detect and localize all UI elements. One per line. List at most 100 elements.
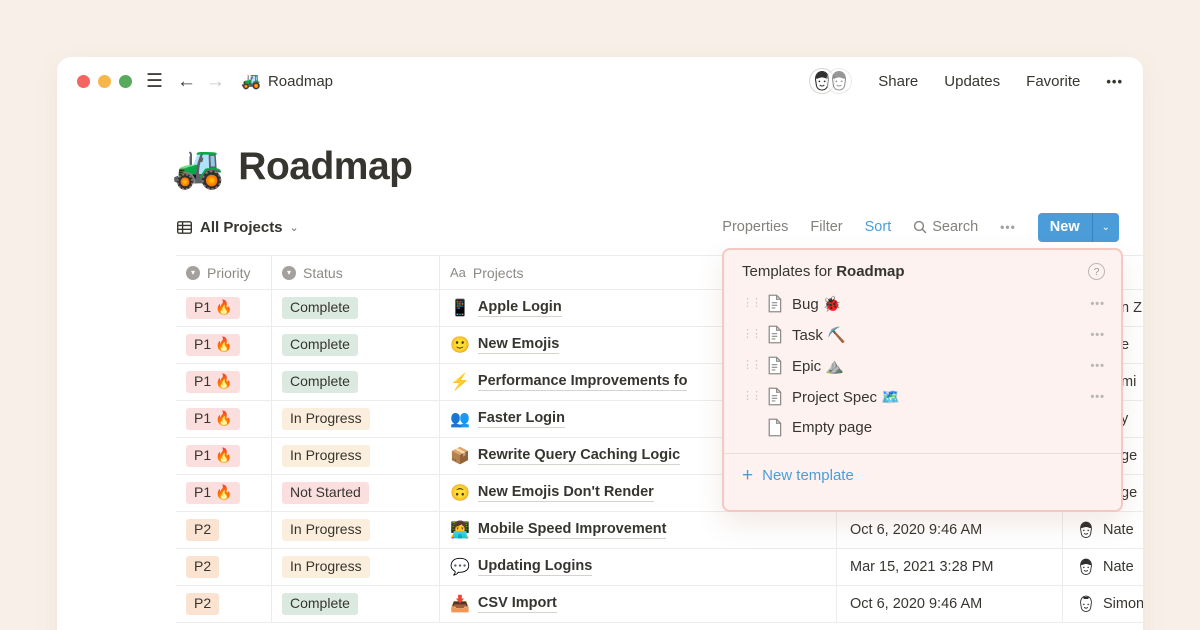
template-more-icon[interactable]: •••	[1090, 298, 1105, 310]
project-link[interactable]: 🙃 New Emojis Don't Render	[450, 483, 654, 503]
breadcrumb[interactable]: 🚜 Roadmap	[241, 71, 333, 91]
more-options-icon[interactable]: •••	[1106, 74, 1123, 89]
template-item-bug[interactable]: ⋮⋮ Bug 🐞 •••	[724, 288, 1121, 319]
sidebar-menu-icon[interactable]: ☰	[146, 72, 163, 91]
project-title: New Emojis Don't Render	[477, 484, 654, 502]
project-link[interactable]: 💬 Updating Logins	[450, 557, 593, 577]
person-name-fragment: n Z	[1121, 300, 1142, 316]
template-more-icon[interactable]: •••	[1090, 391, 1105, 403]
status-tag: In Progress	[282, 408, 370, 430]
new-button[interactable]: New ⌄	[1037, 212, 1119, 242]
drag-handle-icon[interactable]: ⋮⋮	[742, 360, 762, 371]
filter-button[interactable]: Filter	[810, 219, 842, 235]
status-cell[interactable]: In Progress	[272, 438, 440, 474]
date-value: Oct 6, 2020 9:46 AM	[850, 596, 983, 612]
template-item-task[interactable]: ⋮⋮ Task ⛏️ •••	[724, 319, 1121, 350]
project-title: Apple Login	[477, 299, 562, 317]
drag-handle-icon[interactable]: ⋮⋮	[742, 329, 762, 340]
status-cell[interactable]: In Progress	[272, 401, 440, 437]
project-cell[interactable]: 📥 CSV Import	[440, 586, 837, 622]
project-cell[interactable]: 👩‍💻 Mobile Speed Improvement	[440, 512, 837, 548]
zoom-window-button[interactable]	[119, 74, 132, 88]
drag-handle-icon[interactable]: ⋮⋮	[742, 391, 762, 402]
close-window-button[interactable]	[77, 74, 90, 88]
drag-handle-icon[interactable]: ⋮⋮	[742, 298, 762, 309]
project-link[interactable]: 📦 Rewrite Query Caching Logic	[450, 446, 681, 466]
status-cell[interactable]: Complete	[272, 364, 440, 400]
priority-cell[interactable]: P1 🔥	[176, 438, 272, 474]
status-cell[interactable]: Complete	[272, 327, 440, 363]
template-item-project-spec[interactable]: ⋮⋮ Project Spec 🗺️ •••	[724, 381, 1121, 412]
project-link[interactable]: 📥 CSV Import	[450, 594, 557, 614]
priority-cell[interactable]: P1 🔥	[176, 364, 272, 400]
table-view-icon	[177, 220, 192, 234]
status-cell[interactable]: Not Started	[272, 475, 440, 511]
person-name-fragment: ge	[1121, 485, 1138, 501]
page-title[interactable]: Roadmap	[238, 145, 413, 189]
project-emoji-icon: 📥	[450, 596, 470, 613]
project-link[interactable]: 👩‍💻 Mobile Speed Improvement	[450, 520, 667, 540]
view-switcher[interactable]: All Projects ⌄	[176, 219, 299, 236]
templates-popup-header: Templates for Roadmap ?	[724, 250, 1121, 288]
back-arrow-icon[interactable]: ←	[177, 72, 196, 91]
new-template-button[interactable]: + New template	[724, 454, 1121, 497]
sort-button[interactable]: Sort	[865, 219, 892, 235]
person-cell[interactable]: Nate	[1063, 512, 1143, 548]
status-cell[interactable]: In Progress	[272, 549, 440, 585]
minimize-window-button[interactable]	[98, 74, 111, 88]
status-cell[interactable]: Complete	[272, 586, 440, 622]
template-more-icon[interactable]: •••	[1090, 329, 1105, 341]
column-header-label: Projects	[472, 264, 524, 281]
date-cell[interactable]: Mar 15, 2021 3:28 PM	[837, 549, 1063, 585]
priority-cell[interactable]: P1 🔥	[176, 327, 272, 363]
column-header-status[interactable]: ▾ Status	[272, 256, 440, 289]
project-title: Updating Logins	[477, 558, 593, 576]
updates-button[interactable]: Updates	[944, 73, 1000, 90]
date-value: Oct 6, 2020 9:46 AM	[850, 522, 983, 538]
column-header-label: Priority	[207, 264, 251, 281]
breadcrumb-title: Roadmap	[267, 72, 334, 90]
search-button[interactable]: Search	[913, 219, 978, 235]
project-link[interactable]: ⚡ Performance Improvements fo	[450, 372, 688, 392]
priority-cell[interactable]: P1 🔥	[176, 475, 272, 511]
column-header-priority[interactable]: ▾ Priority	[176, 256, 272, 289]
person-cell[interactable]: Simon	[1063, 586, 1143, 622]
date-cell[interactable]: Oct 6, 2020 9:46 AM	[837, 586, 1063, 622]
view-more-icon[interactable]: •••	[1000, 220, 1016, 234]
status-tag: Complete	[282, 334, 358, 356]
table-row: P2 Complete 📥 CSV Import Oct 6, 2020 9:46…	[176, 586, 1143, 623]
collaborator-avatars[interactable]	[809, 68, 853, 94]
status-cell[interactable]: In Progress	[272, 512, 440, 548]
properties-button[interactable]: Properties	[722, 219, 788, 235]
priority-cell[interactable]: P1 🔥	[176, 401, 272, 437]
project-title: Mobile Speed Improvement	[477, 521, 667, 539]
template-item-label: Empty page	[792, 419, 873, 436]
priority-tag: P2	[186, 519, 220, 541]
template-item-epic[interactable]: ⋮⋮ Epic ⛰️ •••	[724, 350, 1121, 381]
blank-page-icon	[766, 418, 783, 437]
project-link[interactable]: 🙂 New Emojis	[450, 335, 560, 355]
template-more-icon[interactable]: •••	[1090, 360, 1105, 372]
page-tractor-emoji-icon[interactable]: 🚜	[172, 146, 224, 188]
date-cell[interactable]: Oct 6, 2020 9:46 AM	[837, 512, 1063, 548]
new-button-chevron-down-icon[interactable]: ⌄	[1093, 213, 1119, 242]
template-item-label: Epic ⛰️	[792, 357, 845, 375]
project-cell[interactable]: 💬 Updating Logins	[440, 549, 837, 585]
template-item-empty-page[interactable]: Empty page	[724, 412, 1121, 443]
project-link[interactable]: 👥 Faster Login	[450, 409, 565, 429]
share-button[interactable]: Share	[878, 73, 918, 90]
status-tag: In Progress	[282, 445, 370, 467]
person-cell[interactable]: Nate	[1063, 549, 1143, 585]
forward-arrow-icon[interactable]: →	[206, 72, 225, 91]
priority-cell[interactable]: P2	[176, 586, 272, 622]
favorite-button[interactable]: Favorite	[1026, 73, 1080, 90]
project-link[interactable]: 📱 Apple Login	[450, 298, 562, 318]
status-cell[interactable]: Complete	[272, 290, 440, 326]
view-toolbar: All Projects ⌄ Properties Filter Sort Se…	[176, 212, 1119, 242]
priority-cell[interactable]: P1 🔥	[176, 290, 272, 326]
help-icon[interactable]: ?	[1088, 263, 1105, 280]
templates-popup-title: Templates for Roadmap	[742, 263, 905, 280]
templates-popup: Templates for Roadmap ? ⋮⋮ Bug 🐞 ••• ⋮⋮ …	[722, 248, 1123, 512]
priority-cell[interactable]: P2	[176, 549, 272, 585]
priority-cell[interactable]: P2	[176, 512, 272, 548]
